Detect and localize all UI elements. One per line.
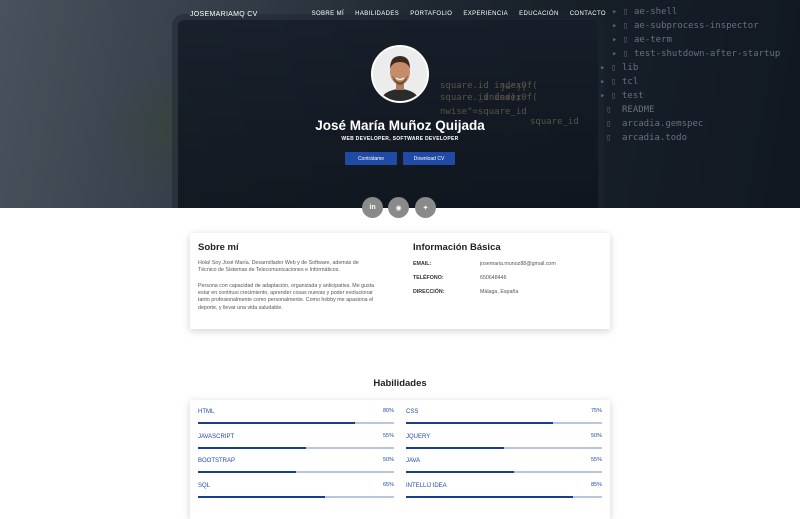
skill-progress-track bbox=[406, 422, 602, 424]
hero-section: ▸ ▯ ae-shell ▸ ▯ ae-subprocess-inspector ▸… bbox=[0, 0, 800, 208]
skill-progress-track bbox=[198, 471, 394, 473]
skill-progress-fill bbox=[198, 471, 296, 473]
skill-label: HTML bbox=[198, 409, 215, 415]
skill-progress-fill bbox=[198, 422, 355, 424]
nav-menu: SOBRE MÍ HABILIDADES PORTAFOLIO EXPERIEN… bbox=[312, 11, 606, 17]
nav-item-portafolio[interactable]: PORTAFOLIO bbox=[410, 11, 452, 17]
twitter-icon[interactable]: ✦ bbox=[415, 197, 436, 218]
hero-overlay bbox=[0, 0, 800, 208]
download-cv-button[interactable]: Download CV bbox=[403, 152, 455, 165]
skill-progress-track bbox=[198, 495, 394, 498]
skill-label: JAVA bbox=[406, 458, 421, 464]
skill-percent: 55% bbox=[590, 457, 602, 463]
skill-percent: 55% bbox=[382, 432, 394, 439]
info-title: Información Básica bbox=[413, 242, 501, 253]
skills-title: Habilidades bbox=[373, 378, 427, 389]
linkedin-icon[interactable]: in bbox=[362, 197, 383, 218]
skill-label: SQL bbox=[198, 482, 211, 489]
skill-progress-fill bbox=[406, 422, 553, 424]
skill-progress-track bbox=[198, 446, 394, 449]
skill-label: INTELLIJ IDEA bbox=[406, 482, 447, 489]
about-title: Sobre mí bbox=[198, 242, 239, 253]
email-label: EMAIL: bbox=[413, 261, 432, 267]
skill-progress-track bbox=[406, 471, 602, 473]
phone-value: 650648446 bbox=[480, 275, 507, 281]
skill-percent: 85% bbox=[590, 481, 602, 488]
nav-item-habilidades[interactable]: HABILIDADES bbox=[355, 11, 399, 17]
skill-label: CSS bbox=[406, 409, 419, 415]
skill-percent: 50% bbox=[590, 432, 602, 439]
profile-photo bbox=[373, 47, 427, 101]
nav-item-sobre-mi[interactable]: SOBRE MÍ bbox=[312, 11, 345, 17]
nav-item-contacto[interactable]: CONTACTO bbox=[570, 11, 606, 17]
about-paragraph-2: Persona con capacidad de adaptación, org… bbox=[198, 283, 375, 311]
about-card: Sobre mí Hola! Soy José María. Desarroll… bbox=[190, 233, 610, 329]
brand-logo[interactable]: JOSEMARIAMQ CV bbox=[190, 11, 258, 18]
skill-label: BOOTSTRAP bbox=[198, 458, 236, 464]
skill-progress-track bbox=[198, 422, 394, 424]
skill-label: JQUERY bbox=[406, 433, 431, 440]
nav-item-educacion[interactable]: EDUCACIÓN bbox=[519, 11, 559, 17]
profile-avatar bbox=[371, 45, 429, 103]
skill-percent: 75% bbox=[590, 408, 602, 414]
address-value: Málaga, España bbox=[480, 289, 519, 295]
skills-card: HTML 80% CSS 75% JAVASCRIPT 55% JQUERY 50% BOOTS… bbox=[190, 400, 610, 519]
skill-progress-fill bbox=[198, 495, 326, 498]
skill-percent: 50% bbox=[382, 457, 394, 463]
profile-role: WEB DEVELOPER, SOFTWARE DEVELOPER bbox=[341, 136, 459, 142]
hire-me-button[interactable]: Contrátame bbox=[345, 152, 397, 165]
navbar: JOSEMARIAMQ CV SOBRE MÍ HABILIDADES PORT… bbox=[0, 0, 800, 30]
skill-progress-fill bbox=[406, 471, 514, 473]
skill-percent: 65% bbox=[382, 481, 394, 488]
skill-progress-fill bbox=[406, 495, 573, 498]
address-label: DIRECCIÓN: bbox=[413, 289, 445, 295]
skill-progress-track bbox=[406, 495, 602, 498]
skill-percent: 80% bbox=[382, 408, 394, 414]
github-icon[interactable]: ◉ bbox=[388, 197, 409, 218]
skill-progress-fill bbox=[406, 446, 504, 449]
skill-progress-track bbox=[406, 446, 602, 449]
nav-item-experiencia[interactable]: EXPERIENCIA bbox=[463, 11, 508, 17]
skill-progress-fill bbox=[198, 446, 306, 449]
about-paragraph-1: Hola! Soy José María. Desarrollador Web … bbox=[198, 260, 359, 274]
email-value[interactable]: josemaria.munoz88@gmail.com bbox=[480, 261, 556, 267]
phone-label: TELÉFONO: bbox=[413, 275, 444, 281]
profile-name: José María Muñoz Quijada bbox=[315, 118, 485, 133]
skill-label: JAVASCRIPT bbox=[198, 433, 235, 440]
